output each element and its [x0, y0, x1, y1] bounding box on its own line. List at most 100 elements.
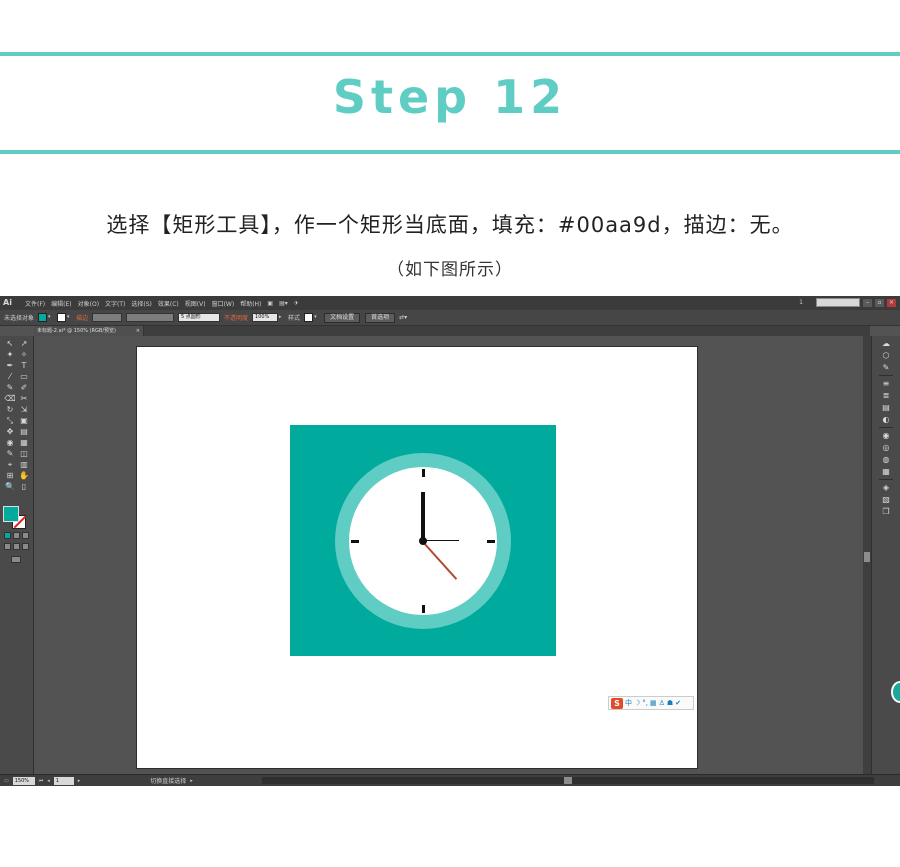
panel-toggle-icon[interactable]: ≣	[881, 391, 891, 400]
chevron-right-icon[interactable]: ▸	[279, 313, 284, 322]
canvas-area[interactable]: S 中 ☽ °, ▦ ♙ ☗ ✔	[35, 336, 871, 774]
menu-help[interactable]: 帮助(H)	[240, 299, 261, 308]
artboard-number-field[interactable]: 1	[53, 776, 74, 785]
zoom-field[interactable]: 150%	[12, 776, 35, 785]
panel-toggle-icon[interactable]: ▦	[881, 467, 891, 476]
screen-mode-button[interactable]	[11, 556, 21, 563]
tool-icon[interactable]: ◉	[4, 438, 16, 447]
next-artboard-icon[interactable]: ▸	[78, 778, 81, 784]
draw-inside-button[interactable]	[22, 543, 29, 550]
tool-icon[interactable]: ⊞	[4, 471, 16, 480]
chevron-down-icon[interactable]: ▾	[67, 313, 72, 322]
artboard[interactable]: S 中 ☽ °, ▦ ♙ ☗ ✔	[136, 346, 698, 769]
menu-file[interactable]: 文件(F)	[25, 299, 45, 308]
tool-icon[interactable]: ⇲	[18, 405, 30, 414]
panel-toggle-icon[interactable]: ◈	[881, 483, 891, 492]
tool-icon[interactable]: ✧	[18, 350, 30, 359]
stroke-label[interactable]: 描边	[76, 313, 88, 322]
chevron-down-icon[interactable]: ▾	[48, 313, 53, 322]
menu-edit[interactable]: 编辑(E)	[51, 299, 71, 308]
panel-toggle-icon[interactable]: ✎	[881, 363, 891, 372]
panel-toggle-icon[interactable]: ◐	[881, 415, 891, 424]
arrange-documents-icon[interactable]: ▤▾	[279, 300, 288, 307]
moon-icon[interactable]: ☽	[634, 697, 640, 709]
panel-toggle-icon[interactable]: ◉	[881, 431, 891, 440]
gradient-mode-button[interactable]	[13, 532, 20, 539]
chinese-mode-icon[interactable]: 中	[625, 697, 632, 709]
fill-color-box[interactable]	[3, 506, 19, 522]
status-menu-arrow-icon[interactable]: ▸	[190, 778, 193, 784]
tool-icon[interactable]: 🔍	[4, 482, 16, 491]
tool-icon[interactable]: ▯	[18, 482, 30, 491]
document-setup-button[interactable]: 文档设置	[324, 312, 361, 323]
vertical-scrollbar[interactable]	[863, 336, 871, 774]
brush-definition-field[interactable]: 5 点圆形	[178, 313, 221, 322]
first-artboard-icon[interactable]: ⏮	[39, 778, 44, 784]
tool-icon[interactable]: ▥	[18, 460, 30, 469]
fill-swatch[interactable]	[38, 313, 48, 322]
tool-icon[interactable]: ✎	[4, 449, 16, 458]
tool-icon[interactable]: ✥	[4, 427, 16, 436]
stroke-weight-field[interactable]	[92, 313, 123, 322]
panel-toggle-icon[interactable]: ≡	[881, 379, 891, 388]
tools-icon[interactable]: ✔	[675, 697, 681, 709]
gpu-icon[interactable]: ✈	[294, 300, 299, 307]
prev-artboard-icon[interactable]: ◂	[47, 778, 50, 784]
preferences-button[interactable]: 首选项	[365, 312, 396, 323]
menu-type[interactable]: 文字(T)	[105, 299, 125, 308]
document-tab[interactable]: 未标题-2.ai* @ 150% (RGB/预览) ×	[34, 326, 144, 336]
close-icon[interactable]: ×	[136, 326, 140, 336]
sogou-logo-icon[interactable]: S	[611, 697, 623, 709]
tool-icon[interactable]: T	[18, 361, 30, 370]
keyboard-icon[interactable]: ▦	[650, 697, 657, 709]
menu-object[interactable]: 对象(O)	[78, 299, 99, 308]
draw-behind-button[interactable]	[13, 543, 20, 550]
panel-toggle-icon[interactable]: ⬡	[881, 351, 891, 360]
tool-icon[interactable]: ✋	[18, 471, 30, 480]
ime-toolbar[interactable]: S 中 ☽ °, ▦ ♙ ☗ ✔	[608, 696, 694, 710]
draw-normal-button[interactable]	[4, 543, 11, 550]
opacity-field[interactable]: 100%	[252, 313, 279, 322]
tool-icon[interactable]: ▤	[18, 427, 30, 436]
tool-icon[interactable]: ✒	[4, 361, 16, 370]
tool-icon[interactable]: ◫	[18, 449, 30, 458]
tool-icon[interactable]: ↗	[18, 339, 30, 348]
panel-toggle-icon[interactable]: ▧	[881, 495, 891, 504]
opacity-label[interactable]: 不透明度	[224, 313, 248, 322]
horizontal-scroll-thumb[interactable]	[564, 777, 572, 784]
teal-background-rectangle[interactable]	[290, 425, 556, 656]
close-button[interactable]: ×	[887, 298, 896, 307]
panel-toggle-icon[interactable]: ◎	[881, 443, 891, 452]
minimize-button[interactable]: –	[863, 298, 872, 307]
panel-toggle-icon[interactable]: ◍	[881, 455, 891, 464]
menu-select[interactable]: 选择(S)	[131, 299, 152, 308]
tool-icon[interactable]: ▭	[18, 372, 30, 381]
variable-width-field[interactable]	[126, 313, 175, 322]
bridge-icon[interactable]: ▣	[267, 300, 273, 307]
menu-window[interactable]: 窗口(W)	[212, 299, 235, 308]
menu-view[interactable]: 视图(V)	[185, 299, 206, 308]
vertical-scroll-thumb[interactable]	[864, 552, 870, 562]
graphic-style-swatch[interactable]	[304, 313, 314, 322]
user-icon[interactable]: ♙	[659, 697, 665, 709]
tool-icon[interactable]: ↻	[4, 405, 16, 414]
tool-icon[interactable]: ⤡	[4, 416, 16, 425]
tool-icon[interactable]: ✦	[4, 350, 16, 359]
chevron-down-icon[interactable]: ▾	[314, 313, 319, 322]
tool-icon[interactable]: ✎	[4, 383, 16, 392]
tool-icon[interactable]: ▣	[18, 416, 30, 425]
arrange-icon[interactable]: ⇄▾	[399, 314, 407, 321]
clock-outer-ring[interactable]	[335, 453, 511, 629]
menu-effect[interactable]: 效果(C)	[158, 299, 179, 308]
panel-toggle-icon[interactable]: ☁	[881, 339, 891, 348]
color-mode-button[interactable]	[4, 532, 11, 539]
tool-icon[interactable]: ⌫	[4, 394, 16, 403]
maximize-button[interactable]: ▫	[875, 298, 884, 307]
panel-toggle-icon[interactable]: ▤	[881, 403, 891, 412]
horizontal-scrollbar[interactable]	[262, 777, 874, 784]
none-mode-button[interactable]	[22, 532, 29, 539]
tool-icon[interactable]: ↖	[4, 339, 16, 348]
tool-icon[interactable]: ▦	[18, 438, 30, 447]
workspace-indicator[interactable]: 1	[799, 299, 803, 306]
tool-icon[interactable]: ✂	[18, 394, 30, 403]
